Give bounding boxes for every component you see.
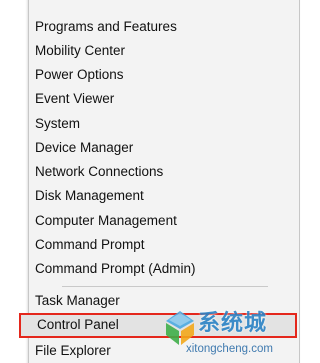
watermark-logo-icon — [166, 311, 194, 345]
menu-item-mobility-center[interactable]: Mobility Center — [34, 39, 264, 63]
menu-item-programs-and-features[interactable]: Programs and Features — [34, 15, 264, 39]
watermark-url: xitongcheng.com — [186, 343, 273, 355]
menu-item-power-options[interactable]: Power Options — [34, 63, 264, 87]
menu-item-command-prompt-admin[interactable]: Command Prompt (Admin) — [34, 257, 264, 281]
watermark: 系统城 xitongcheng.com — [160, 305, 300, 363]
watermark-name: 系统城 — [198, 311, 268, 336]
menu-item-computer-management[interactable]: Computer Management — [34, 209, 264, 233]
menu-item-disk-management[interactable]: Disk Management — [34, 184, 264, 208]
menu-item-network-connections[interactable]: Network Connections — [34, 160, 264, 184]
menu-separator — [62, 286, 268, 287]
menu-item-command-prompt[interactable]: Command Prompt — [34, 233, 264, 257]
menu-item-event-viewer[interactable]: Event Viewer — [34, 87, 264, 111]
menu-item-system[interactable]: System — [34, 112, 264, 136]
menu-item-device-manager[interactable]: Device Manager — [34, 136, 264, 160]
